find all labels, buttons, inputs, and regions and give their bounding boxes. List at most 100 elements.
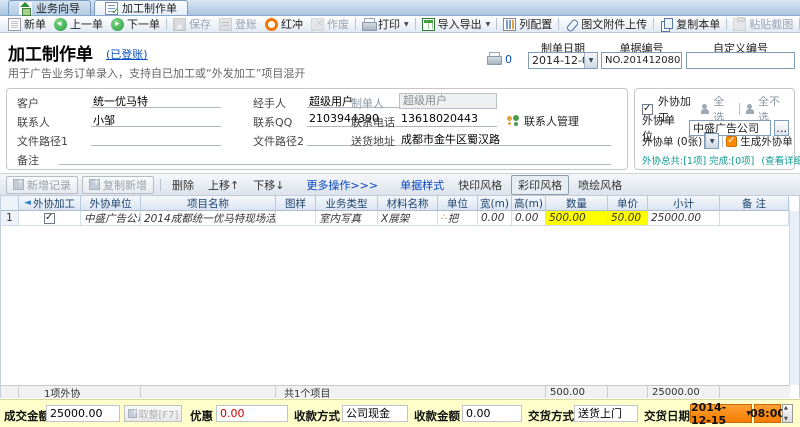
table-row: 1 中盛广告公司 2014成都统一优马特现场活动 室内写真 X展架 ∴把 0.0…	[1, 211, 790, 226]
outsource-sheet-combo[interactable]: ▼	[704, 133, 720, 149]
round-button[interactable]: 取整[F7]	[124, 405, 182, 422]
more-operations-button[interactable]: 更多操作>>>	[301, 177, 383, 193]
col-material[interactable]: 材料名称	[378, 196, 438, 211]
copy-add-button[interactable]: 复制新增	[82, 175, 154, 194]
contact-field[interactable]: 小邹	[91, 112, 221, 127]
row-unit-cell[interactable]: ∴ 把	[438, 211, 478, 226]
col-price[interactable]: 单价	[608, 196, 648, 211]
file-path1-field[interactable]	[91, 131, 221, 146]
style-color-print-button[interactable]: 彩印风格	[511, 174, 570, 195]
handler-label: 经手人	[253, 97, 286, 110]
col-height[interactable]: 高(m)	[512, 196, 546, 211]
row-number-header[interactable]	[1, 196, 19, 211]
row-price-cell[interactable]: 50.00	[608, 211, 648, 226]
page-subtitle: 用于广告业务订单录入，支持自已加工或“外发加工”项目混开	[8, 67, 306, 80]
move-down-button[interactable]: 下移↓	[248, 177, 289, 193]
left-arrow-icon: ◄	[24, 198, 31, 208]
deal-amount-field[interactable]: 25000.00	[46, 405, 120, 422]
delivery-method-label: 交货方式	[528, 409, 574, 423]
col-business-type[interactable]: 业务类型	[316, 196, 378, 211]
toolbar-separator	[355, 18, 356, 30]
col-pattern[interactable]: 图样	[276, 196, 316, 211]
received-field[interactable]: 0.00	[462, 405, 522, 422]
discount-field[interactable]: 0.00	[216, 405, 288, 422]
contact-manager-button[interactable]: 联系人管理	[507, 113, 579, 129]
delete-row-button[interactable]: 删除	[167, 177, 199, 193]
new-doc-button[interactable]: 新单	[4, 16, 50, 32]
next-arrow-icon	[111, 17, 124, 31]
col-remark[interactable]: 备 注	[720, 196, 789, 211]
paste-screenshot-button[interactable]: 粘贴截图	[729, 16, 797, 32]
doc-no-field[interactable]: NO.201412080001	[601, 52, 682, 69]
row-business-type-cell[interactable]: 室内写真	[316, 211, 378, 226]
save-button[interactable]: 保存	[169, 16, 215, 32]
delivery-time-field[interactable]: 08:00	[750, 404, 785, 423]
customer-field[interactable]: 统一优马特	[91, 93, 221, 108]
row-material-cell[interactable]: X展架	[378, 211, 438, 226]
vertical-scrollbar[interactable]	[789, 211, 799, 385]
post-account-button[interactable]: 登账	[215, 16, 261, 32]
row-outsource-cell[interactable]	[19, 211, 81, 226]
delivery-method-field[interactable]: 送货上门	[574, 405, 638, 422]
dropdown-arrow-icon[interactable]: ▼	[705, 134, 719, 148]
red-flush-button[interactable]: 红冲	[261, 16, 307, 32]
import-export-button[interactable]: 导入导出 ▼	[418, 16, 495, 32]
tab-label: 业务向导	[36, 2, 80, 15]
posted-status-link[interactable]: (已登账)	[106, 46, 148, 62]
address-field[interactable]: 成都市金牛区蜀汉路	[399, 131, 611, 146]
col-qty[interactable]: 数量	[546, 196, 608, 211]
attachment-upload-button[interactable]: 图文附件上传	[561, 16, 651, 32]
delivery-date-picker[interactable]: 2014-12-15 ▼	[690, 401, 752, 427]
col-outsource[interactable]: ◄ 外协加工	[19, 196, 81, 211]
col-width[interactable]: 宽(m)	[478, 196, 512, 211]
style-quick-print-button[interactable]: 快印风格	[453, 177, 507, 193]
prev-arrow-icon	[54, 17, 67, 31]
row-width-cell[interactable]: 0.00	[478, 211, 512, 226]
dropdown-arrow-icon[interactable]: ▼	[584, 53, 597, 68]
make-date-combo[interactable]: 2014-12-08 ▼	[528, 52, 598, 69]
void-button[interactable]: 作废	[307, 16, 353, 32]
print-button[interactable]: 打印 ▼	[358, 16, 413, 32]
row-outsource-checkbox[interactable]	[44, 212, 55, 224]
row-outsource-unit-cell[interactable]: 中盛广告公司	[81, 211, 141, 226]
col-outsource-unit[interactable]: 外协单位	[81, 196, 141, 211]
column-config-button[interactable]: 列配置	[499, 16, 556, 32]
outsource-sheet-label: 外协单 (0张)	[642, 135, 703, 148]
copy-doc-button[interactable]: 复制本单	[656, 16, 724, 32]
custom-no-field[interactable]	[686, 52, 795, 69]
creator-label: 制单人	[351, 97, 384, 110]
printer-icon[interactable]	[487, 52, 502, 65]
pay-method-field[interactable]: 公司现金	[342, 405, 408, 422]
row-project-cell[interactable]: 2014成都统一优马特现场活动	[141, 211, 276, 226]
generate-outsource-checkbox[interactable]	[726, 135, 738, 147]
phone-field[interactable]: 13618020443	[399, 112, 497, 127]
col-unit[interactable]: 单位	[438, 196, 478, 211]
row-pattern-cell[interactable]	[276, 211, 316, 226]
style-inkjet-button[interactable]: 喷绘风格	[573, 177, 627, 193]
discount-label: 优惠	[190, 409, 213, 423]
tab-processing-order[interactable]: 加工制作单	[94, 0, 188, 17]
outsource-panel: 外协加工 全选 全不选 外协单位 中盛广告公司 … 外协单 (0张) ▼ 生成外…	[634, 88, 800, 170]
tab-business-wizard[interactable]: 业务向导	[8, 0, 91, 16]
time-spinner[interactable]	[782, 404, 793, 423]
row-qty-cell[interactable]: 500.00	[546, 211, 608, 226]
unit-picker-icon: ∴	[441, 213, 447, 223]
doc-no-value: NO.201412080001	[605, 55, 681, 66]
doc-style-button[interactable]: 单据样式	[395, 177, 449, 193]
copy-icon	[660, 17, 674, 32]
row-remark-cell[interactable]	[720, 211, 789, 226]
move-up-button[interactable]: 上移↑	[203, 177, 244, 193]
col-project-name[interactable]: 项目名称	[141, 196, 276, 211]
file-path1-label: 文件路径1	[17, 135, 68, 148]
view-detail-link[interactable]: (查看详细)	[761, 156, 800, 167]
row-subtotal-cell[interactable]: 25000.00	[648, 211, 720, 226]
grid-header-row: ◄ 外协加工 外协单位 项目名称 图样 业务类型 材料名称 单位 宽(m) 高(m…	[1, 196, 790, 211]
prev-doc-button[interactable]: 上一单	[50, 16, 107, 32]
add-record-button[interactable]: 新增记录	[6, 175, 78, 194]
toolbar-separator	[653, 18, 655, 30]
next-doc-button[interactable]: 下一单	[107, 16, 164, 32]
col-subtotal[interactable]: 小计	[648, 196, 720, 211]
remark-field[interactable]	[59, 150, 611, 165]
row-height-cell[interactable]: 0.00	[512, 211, 546, 226]
row-number[interactable]: 1	[1, 211, 19, 226]
